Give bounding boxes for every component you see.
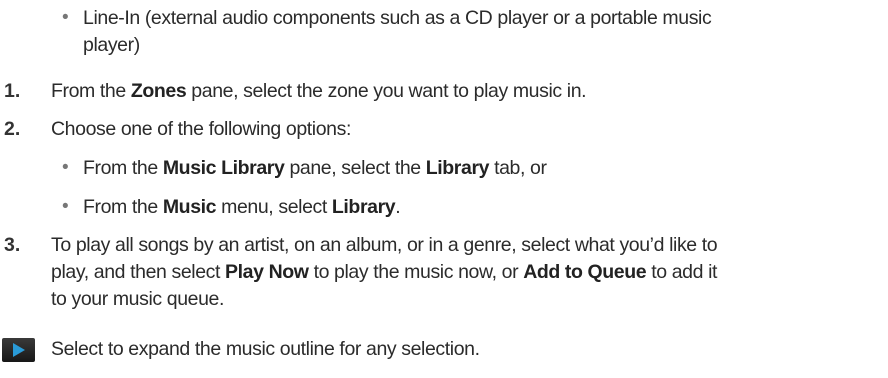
step-1-text: From the Zones pane, select the zone you… [51, 79, 587, 103]
step-1-pre: From the [51, 80, 131, 102]
sub-option-1-bold-1: Music Library [162, 157, 285, 179]
step-number: 2. [4, 118, 21, 140]
intro-bullet-line-2: player) [83, 34, 140, 56]
step-1-post: pane, select the zone you want to play m… [186, 80, 587, 102]
step-number: 3. [4, 234, 21, 256]
step-3-line-2-mid: to play the music now, or [308, 261, 524, 283]
sub-option-1-pre: From the [83, 157, 163, 179]
step-3-line-2-pre: play, and then select [51, 261, 226, 283]
bullet: • [62, 196, 69, 217]
footer-note: Select to expand the music outline for a… [51, 338, 480, 360]
step-3-line-2-post: to add it [646, 261, 718, 283]
sub-option-2: From the Music menu, select Library. [83, 195, 401, 219]
step-3-line-2: play, and then select Play Now to play t… [51, 260, 717, 284]
sub-option-2-pre: From the [83, 196, 163, 218]
step-1-bold: Zones [130, 80, 187, 102]
step-number: 1. [4, 80, 21, 102]
sub-option-1: From the Music Library pane, select the … [83, 156, 547, 180]
bullet: • [62, 157, 69, 178]
step-3-line-1: To play all songs by an artist, on an al… [51, 234, 718, 256]
play-triangle-icon [2, 338, 35, 362]
sub-option-1-mid: pane, select the [284, 157, 426, 179]
sub-option-1-bold-2: Library [425, 157, 490, 179]
sub-option-2-bold-1: Music [162, 196, 217, 218]
intro-bullet-line-1: Line-In (external audio components such … [83, 7, 712, 29]
bullet: • [62, 7, 69, 28]
sub-option-1-post: tab, or [489, 157, 547, 179]
sub-option-2-mid: menu, select [216, 196, 332, 218]
sub-option-2-bold-2: Library [331, 196, 396, 218]
step-2-text: Choose one of the following options: [51, 118, 351, 140]
document-page: • Line-In (external audio components suc… [0, 0, 888, 378]
play-now-label: Play Now [225, 261, 309, 283]
step-3-line-3: to your music queue. [51, 288, 225, 310]
sub-option-2-post: . [395, 196, 401, 218]
add-to-queue-label: Add to Queue [523, 261, 647, 283]
